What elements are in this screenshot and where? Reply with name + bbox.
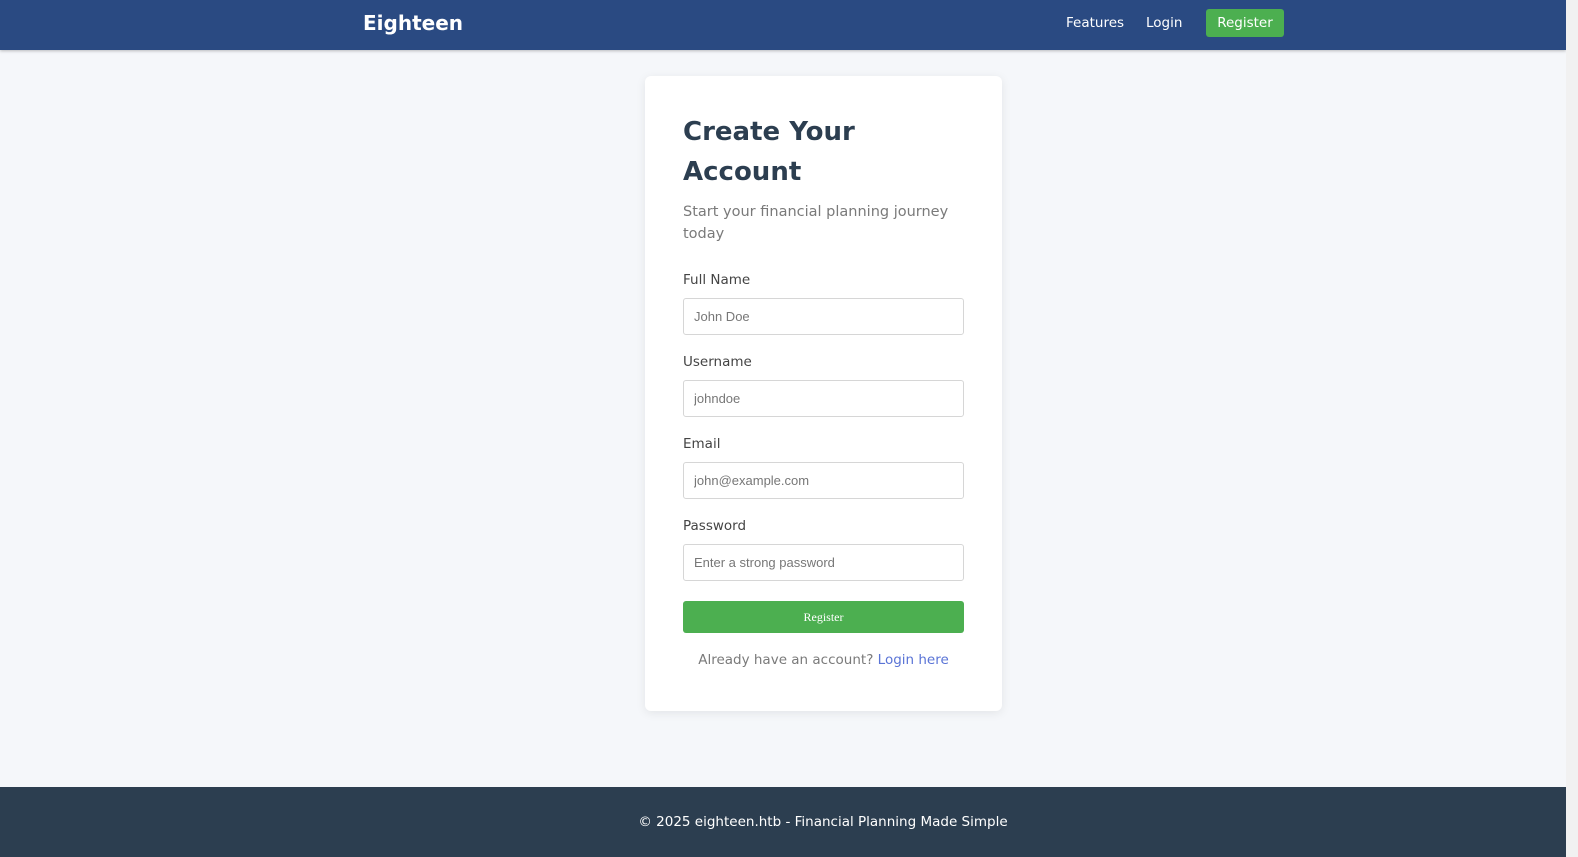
page-subtitle: Start your financial planning journey to… <box>683 204 949 242</box>
nav-link-login[interactable]: Login <box>1146 15 1182 31</box>
footer-copyright: © 2025 eighteen.htb - Financial Planning… <box>638 814 1008 830</box>
top-navbar: Eighteen Features Login Register <box>0 0 1566 50</box>
email-input[interactable] <box>683 462 964 499</box>
page-footer: © 2025 eighteen.htb - Financial Planning… <box>0 787 1566 857</box>
password-input[interactable] <box>683 544 964 581</box>
username-label: Username <box>683 354 752 370</box>
register-submit-button[interactable]: Register <box>683 601 964 633</box>
register-card: Create Your Account Start your financial… <box>645 76 1002 711</box>
full-name-label: Full Name <box>683 272 751 288</box>
full-name-input[interactable] <box>683 298 964 335</box>
username-input[interactable] <box>683 380 964 417</box>
login-prompt-text: Already have an account? <box>698 652 874 668</box>
login-here-link[interactable]: Login here <box>878 652 949 668</box>
brand-logo[interactable]: Eighteen <box>363 11 463 35</box>
page-scrollbar[interactable] <box>1566 0 1578 857</box>
nav-link-features[interactable]: Features <box>1066 15 1124 31</box>
email-label: Email <box>683 436 721 452</box>
login-prompt: Already have an account? Login here <box>645 652 1002 668</box>
password-label: Password <box>683 518 747 534</box>
nav-register-button[interactable]: Register <box>1206 9 1284 37</box>
page-title: Create Your Account <box>683 117 855 187</box>
